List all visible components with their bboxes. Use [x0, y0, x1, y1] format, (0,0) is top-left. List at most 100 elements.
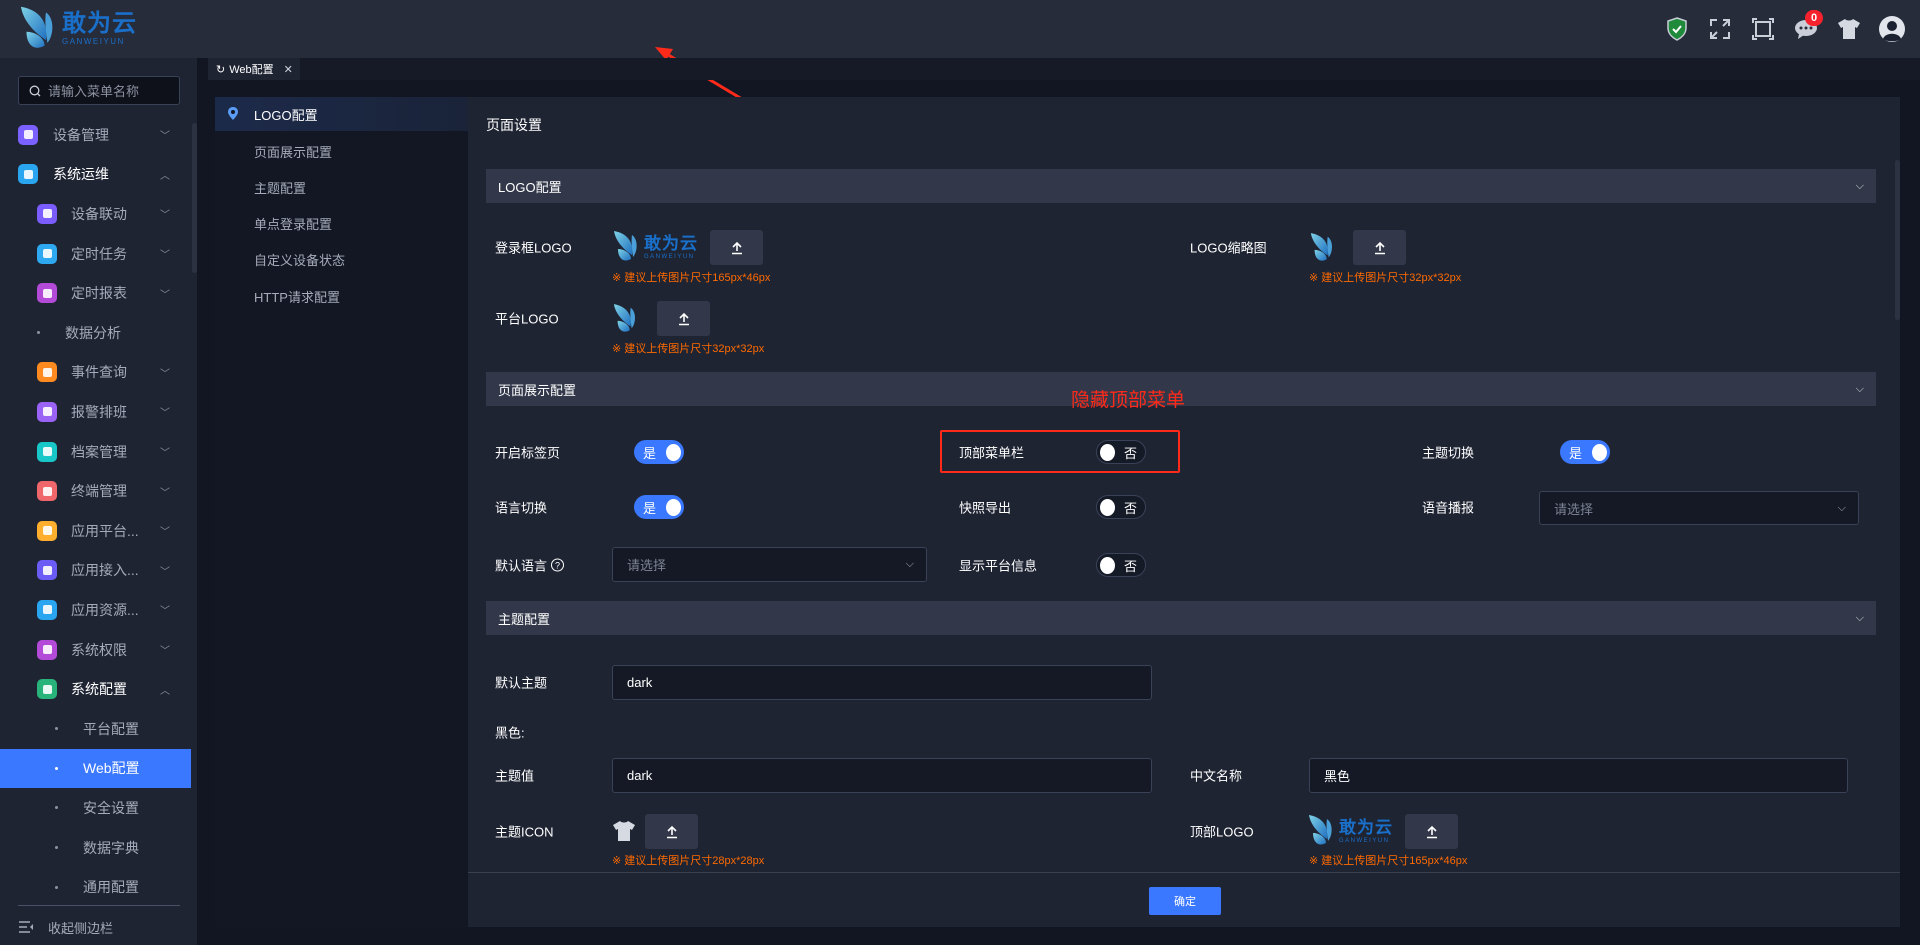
upload-icon — [677, 312, 691, 326]
confirm-button[interactable]: 确定 — [1149, 887, 1221, 915]
theme-switch-label: 主题切换 — [1422, 445, 1475, 461]
section-logo-header[interactable]: LOGO配置 ⌵ — [486, 169, 1876, 203]
toggle-knob — [1592, 443, 1607, 461]
show-platform-info-toggle[interactable]: 否 — [1096, 553, 1146, 577]
tabs-page-toggle[interactable]: 是 — [634, 440, 684, 464]
section-theme-header[interactable]: 主题配置 ⌵ — [486, 601, 1876, 635]
sidebar-item[interactable]: 设备管理 ﹀ — [0, 115, 192, 155]
sidebar-item-label: 应用平台... — [71, 522, 139, 539]
upload-platform-logo-button[interactable] — [657, 301, 710, 336]
sidebar-item-label: 档案管理 — [71, 443, 127, 460]
default-lang-select[interactable]: 请选择 ⌵ — [612, 547, 927, 582]
toggle-knob — [1100, 498, 1115, 516]
message-count-badge: 0 — [1805, 10, 1823, 26]
sidebar-item[interactable]: 定时报表 ﹀ — [0, 273, 192, 313]
sidebar-item-label: 定时报表 — [71, 285, 127, 302]
upload-thumb-logo-button[interactable] — [1353, 230, 1406, 265]
default-theme-input[interactable]: dark — [612, 665, 1152, 700]
chevron-down-icon: ﹀ — [160, 210, 170, 222]
toggle-text: 否 — [1123, 558, 1137, 574]
sidebar-item[interactable]: 安全设置 — [0, 788, 192, 828]
upload-theme-icon-button[interactable] — [645, 814, 698, 849]
upload-login-logo-button[interactable] — [710, 230, 763, 265]
subnav-item[interactable]: 单点登录配置 — [215, 207, 468, 241]
subnav-label: LOGO配置 — [254, 107, 318, 123]
input-value: 黑色 — [1324, 769, 1351, 784]
subnav-item[interactable]: HTTP请求配置 — [215, 279, 468, 313]
chevron-down-icon: ⌵ — [1855, 179, 1864, 192]
fullscreen-icon[interactable] — [1748, 14, 1778, 44]
sidebar-scrollbar[interactable] — [192, 123, 197, 273]
subnav-item[interactable]: 主题配置 — [215, 170, 468, 204]
sidebar-item[interactable]: 应用接入... ﹀ — [0, 551, 192, 591]
default-theme-label: 默认主题 — [495, 675, 548, 691]
chevron-down-icon: ﹀ — [160, 131, 170, 143]
subnav-label: HTTP请求配置 — [254, 289, 340, 305]
menu-search-input[interactable]: 请输入菜单名称 — [18, 76, 180, 105]
expand-icon[interactable] — [1705, 14, 1735, 44]
sidebar-item-label: 定时任务 — [71, 245, 127, 262]
sidebar-item[interactable]: 系统运维 ︿ — [0, 155, 192, 195]
message-chat-icon[interactable]: 0 — [1791, 10, 1823, 44]
help-question-icon[interactable]: ? — [551, 558, 565, 572]
config-subnav: LOGO配置页面展示配置 主题配置 单点登录配置 自定义设备状态 HTTP请求配置 — [215, 97, 468, 927]
security-shield-icon[interactable] — [1662, 14, 1692, 44]
chevron-down-icon: ﹀ — [160, 408, 170, 420]
sidebar-item[interactable]: 平台配置 — [0, 709, 192, 749]
voice-broadcast-label: 语音播报 — [1422, 500, 1475, 516]
bullet-icon — [55, 727, 58, 731]
collapse-sidebar-button[interactable]: 收起侧边栏 — [18, 915, 113, 939]
sidebar-item[interactable]: 应用资源... ﹀ — [0, 590, 192, 630]
snapshot-export-toggle[interactable]: 否 — [1096, 495, 1146, 519]
search-placeholder: 请输入菜单名称 — [48, 84, 140, 99]
sidebar-item[interactable]: 档案管理 ﹀ — [0, 432, 192, 472]
sidebar-item[interactable]: 数据字典 — [0, 828, 192, 868]
user-avatar[interactable] — [1877, 14, 1907, 44]
sidebar-item[interactable]: 数据分析 — [0, 313, 192, 353]
sidebar-item-label: 系统运维 — [53, 166, 109, 183]
sidebar-item[interactable]: 设备联动 ﹀ — [0, 194, 192, 234]
subnav-item[interactable]: 自定义设备状态 — [215, 243, 468, 277]
theme-value-input[interactable]: dark — [612, 758, 1152, 793]
sidebar-item[interactable]: 报警排班 ﹀ — [0, 392, 192, 432]
sidebar-item[interactable]: 系统权限 ﹀ — [0, 630, 192, 670]
cn-name-input[interactable]: 黑色 — [1309, 758, 1848, 793]
sidebar-item[interactable]: 事件查询 ﹀ — [0, 353, 192, 393]
sidebar-item-label: 设备管理 — [53, 126, 109, 143]
tab-web-config[interactable]: ↻ Web配置 ✕ — [208, 58, 300, 80]
chevron-down-icon: ﹀ — [160, 448, 170, 460]
close-icon[interactable]: ✕ — [284, 63, 293, 76]
bullet-icon — [55, 806, 58, 810]
sidebar-item[interactable]: Web配置 — [0, 748, 191, 789]
refresh-icon[interactable]: ↻ — [216, 63, 225, 76]
top-menu-toggle[interactable]: 否 — [1096, 440, 1146, 464]
input-value: dark — [627, 768, 653, 783]
theme-switch-toggle[interactable]: 是 — [1560, 440, 1610, 464]
subnav-item[interactable]: 页面展示配置 — [215, 134, 468, 168]
tab-strip — [300, 58, 1920, 80]
chevron-down-icon: ⌵ — [1855, 382, 1864, 395]
sidebar-item[interactable]: 定时任务 ﹀ — [0, 234, 192, 274]
toggle-knob — [666, 498, 681, 516]
lang-switch-label: 语言切换 — [495, 500, 548, 516]
chevron-down-icon: ⌵ — [1855, 611, 1864, 624]
sidebar-item[interactable]: 通用配置 — [0, 867, 192, 907]
theme-icon-label: 主题ICON — [495, 824, 554, 840]
lang-switch-toggle[interactable]: 是 — [634, 495, 684, 519]
subnav-item[interactable]: LOGO配置 — [215, 97, 468, 131]
upload-icon — [1425, 825, 1439, 839]
toggle-knob — [1100, 443, 1115, 461]
upload-top-logo-button[interactable] — [1405, 814, 1458, 849]
upload-icon — [665, 825, 679, 839]
toggle-text: 否 — [1123, 445, 1137, 461]
toggle-text: 是 — [643, 445, 657, 461]
content-scrollbar[interactable] — [1895, 160, 1900, 320]
shirt-icon — [613, 821, 635, 841]
sidebar-item[interactable]: 应用平台... ﹀ — [0, 511, 192, 551]
voice-broadcast-select[interactable]: 请选择 ⌵ — [1539, 491, 1859, 525]
theme-shirt-icon[interactable] — [1834, 14, 1864, 44]
bullet-icon — [55, 885, 58, 889]
sidebar-item[interactable]: 系统配置 ︿ — [0, 669, 192, 709]
menu-item-icon — [37, 520, 57, 541]
sidebar-item[interactable]: 终端管理 ﹀ — [0, 471, 192, 511]
